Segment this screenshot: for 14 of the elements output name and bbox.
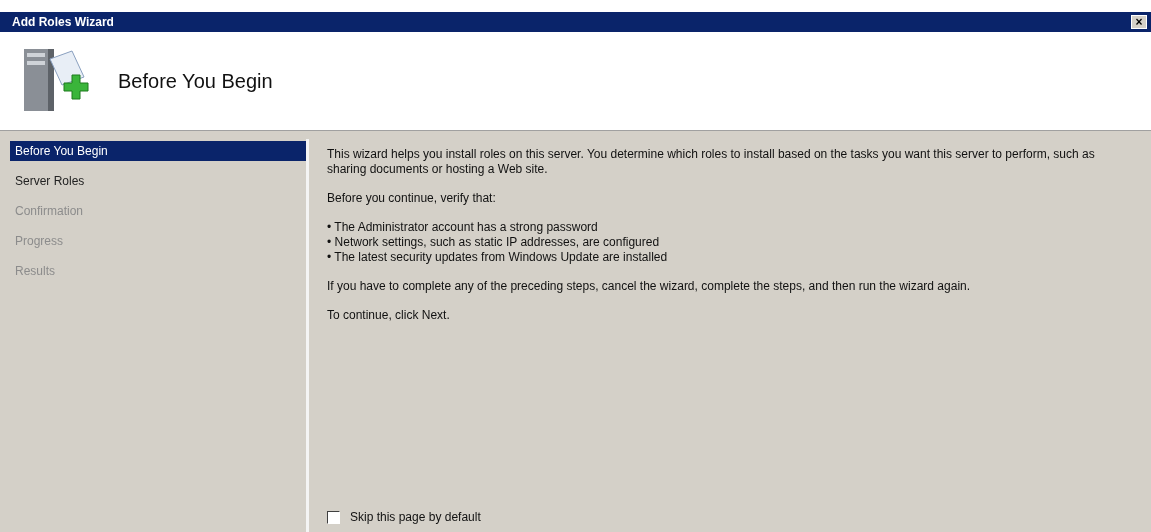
step-item[interactable]: Server Roles (10, 171, 306, 191)
step-item[interactable]: Before You Begin (10, 141, 306, 161)
checklist-item: • Network settings, such as static IP addresses, are configured (327, 235, 661, 250)
window-title: Add Roles Wizard (12, 15, 114, 29)
skip-checkbox[interactable] (327, 510, 340, 524)
verify-text: Before you continue, verify that: (327, 191, 497, 206)
page-heading: Before You Begin (118, 69, 273, 93)
intro-text: This wizard helps you install roles on this server. You determine which roles to install based on the tasks you want this server to perform, such as sharing documents or hosting a Web site. (327, 147, 1096, 177)
close-button[interactable]: × (1131, 15, 1147, 29)
checklist-item: • The Administrator account has a strong password (327, 220, 599, 235)
continue-text: To continue, click Next. (327, 308, 451, 323)
checklist-item: • The latest security updates from Windows Update are installed (327, 250, 669, 265)
instruction-text: If you have to complete any of the preceding steps, cancel the wizard, complete the steps, and then run the wizard again. (327, 279, 972, 294)
checkbox-label[interactable]: Skip this page by default (350, 510, 481, 524)
